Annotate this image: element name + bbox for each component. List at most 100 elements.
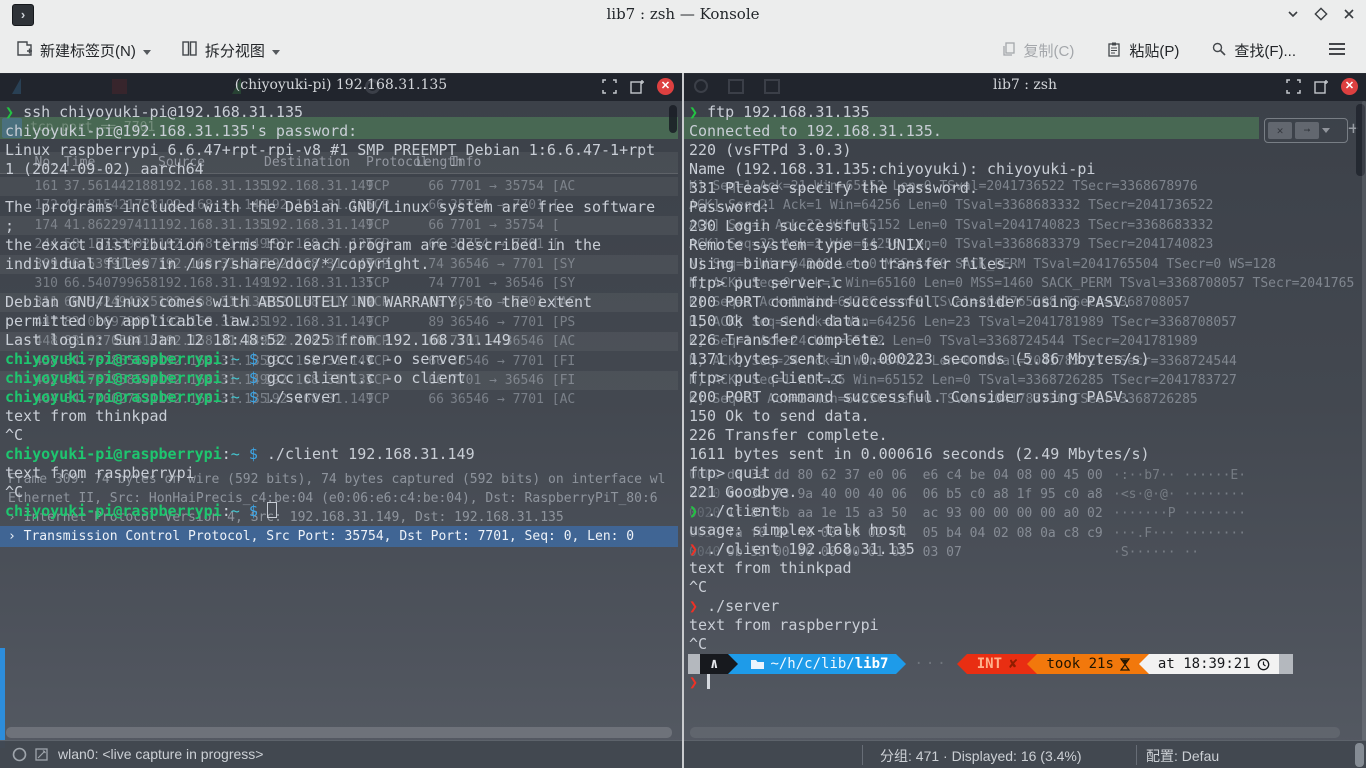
powerline-prompt: ∧ ~/h/c/lib/lib7 ··· INT✘ took 21s <box>688 654 1293 674</box>
titlebar: › lib7 : zsh — Konsole <box>0 0 1366 28</box>
ghost-hscrollbar-right <box>690 727 1340 738</box>
terminal-line: 230 Login successful. <box>689 217 1366 236</box>
paste-button[interactable]: 粘贴(P) <box>1098 34 1187 67</box>
terminal-line: Connected to 192.168.31.135. <box>689 122 1366 141</box>
terminal-line: ^C <box>689 578 1366 597</box>
terminal-text: ftp> quit <box>689 464 770 482</box>
terminal-text: : <box>222 350 231 368</box>
terminal-text: ssh chiyoyuki-pi@192.168.31.135 <box>23 103 303 121</box>
terminal-line: Password: <box>689 198 1366 217</box>
close-button[interactable] <box>1342 7 1356 21</box>
terminal-text: text from raspberrypi <box>689 616 879 634</box>
maximize-button[interactable] <box>1314 7 1328 21</box>
powerline-cap <box>1279 654 1293 674</box>
terminal-line: chiyoyuki-pi@raspberrypi:~ $ ./server <box>5 388 682 407</box>
powerline-cap <box>688 654 700 674</box>
terminal-line: chiyoyuki-pi@raspberrypi:~ $ gcc client.… <box>5 369 682 388</box>
statusbar-separator <box>1136 745 1137 765</box>
terminal-text: Name (192.168.31.135:chiyoyuki): chiyoyu… <box>689 160 1095 178</box>
terminal-text: 150 Ok to send data. <box>689 312 870 330</box>
terminal-line: The programs included with the Debian GN… <box>5 198 682 217</box>
terminal-text: ❯ <box>689 540 707 558</box>
terminal-right[interactable]: ✕ ➞ + K] Seq=1 Ack=21 Win=65152 Len=0 TS… <box>684 101 1366 768</box>
terminal-text: chiyoyuki-pi@raspberrypi <box>5 369 222 387</box>
terminal-text: usage: simplex-talk host <box>689 521 906 539</box>
terminal-line <box>5 179 682 198</box>
powerline-time-segment: at 18:39:21 <box>1149 654 1279 674</box>
terminal-line: 150 Ok to send data. <box>689 407 1366 426</box>
powerline-separator <box>728 654 738 674</box>
maximize-pane-icon[interactable] <box>601 78 618 95</box>
capture-comment-icon <box>34 747 49 765</box>
detach-pane-icon[interactable] <box>1313 78 1330 95</box>
terminal-text: Password: <box>689 198 770 216</box>
hamburger-icon <box>1328 42 1346 60</box>
terminal-text <box>240 350 249 368</box>
new-tab-button[interactable]: 新建标签页(N) <box>8 34 159 67</box>
terminal-text: ./server <box>258 388 339 406</box>
terminal-text: 226 Transfer complete. <box>689 426 888 444</box>
find-label: 查找(F)... <box>1234 40 1296 61</box>
terminal-text: : <box>222 388 231 406</box>
terminal-text: text from thinkpad <box>5 407 168 425</box>
capture-status-icon <box>12 747 27 765</box>
find-button[interactable]: 查找(F)... <box>1203 34 1304 67</box>
terminal-text: 200 PORT command successful. Consider us… <box>689 388 1132 406</box>
terminal-text <box>240 445 249 463</box>
terminal-line: 150 Ok to send data. <box>689 312 1366 331</box>
maximize-pane-icon[interactable] <box>1285 78 1302 95</box>
paste-label: 粘贴(P) <box>1129 40 1179 61</box>
terminal-line: text from thinkpad <box>689 559 1366 578</box>
close-pane-icon[interactable]: ✕ <box>657 78 674 95</box>
terminal-pane-left[interactable]: (chiyoyuki-pi) 192.168.31.135 ✕ tcp.port… <box>0 73 682 768</box>
terminal-text: ftp> put client.c <box>689 369 843 387</box>
terminal-text: ./client 192.168.31.149 <box>258 445 475 463</box>
minimize-button[interactable] <box>1286 7 1300 21</box>
copy-button[interactable]: 复制(C) <box>993 34 1083 67</box>
pane-header-right[interactable]: lib7 : zsh ✕ <box>684 73 1366 101</box>
terminal-line: Remote system type is UNIX. <box>689 236 1366 255</box>
terminal-text: ~ <box>231 369 240 387</box>
terminal-pane-right[interactable]: lib7 : zsh ✕ ✕ ➞ + K] Seq=1 Ack=21 Win= <box>684 73 1366 768</box>
terminal-line: chiyoyuki-pi@raspberrypi:~ $ <box>5 502 682 521</box>
pane-header-left[interactable]: (chiyoyuki-pi) 192.168.31.135 ✕ <box>0 73 682 101</box>
split-view-button[interactable]: 拆分视图 <box>173 34 288 67</box>
terminal-text: text from thinkpad <box>689 559 852 577</box>
hamburger-menu-button[interactable] <box>1320 36 1354 66</box>
scrollbar-left-pane[interactable] <box>669 105 677 133</box>
terminal-line: Last login: Sun Jan 12 18:48:52 2025 fro… <box>5 331 682 350</box>
terminal-text: chiyoyuki-pi@raspberrypi <box>5 388 222 406</box>
terminal-text: 331 Please specify the password. <box>689 179 978 197</box>
text-cursor <box>707 674 710 689</box>
profile-text: 配置: Defau <box>1146 746 1219 766</box>
statusbar-separator <box>862 745 863 765</box>
terminal-text: Linux raspberrypi 6.6.47+rpt-rpi-v8 #1 S… <box>5 141 655 159</box>
detach-pane-icon[interactable] <box>629 78 646 95</box>
terminal-line: Name (192.168.31.135:chiyoyuki): chiyoyu… <box>689 160 1366 179</box>
terminal-text: ❯ <box>689 597 707 615</box>
copy-icon <box>1001 41 1017 61</box>
terminal-line: ^C <box>5 483 682 502</box>
terminal-line: Debian GNU/Linux comes with ABSOLUTELY N… <box>5 293 682 312</box>
close-pane-icon[interactable]: ✕ <box>1341 78 1358 95</box>
terminal-text: ~ <box>231 350 240 368</box>
powerline-status-segment: INT✘ <box>967 654 1028 674</box>
terminal-text: 230 Login successful. <box>689 217 879 235</box>
terminal-line: text from raspberrypi <box>5 464 682 483</box>
terminal-text: ftp 192.168.31.135 <box>707 103 870 121</box>
terminal-line: ❯ ./server <box>689 597 1366 616</box>
terminal-text: ftp> put server.c <box>689 274 843 292</box>
terminal-text: 200 PORT command successful. Consider us… <box>689 293 1132 311</box>
pane-divider[interactable] <box>682 73 684 768</box>
ghost-scrollbar-handle <box>1355 743 1364 767</box>
terminal-text <box>240 369 249 387</box>
terminal-left[interactable]: tcp.port == 7701 No.TimeSourceDestinatio… <box>0 101 682 768</box>
text-cursor <box>267 502 277 518</box>
powerline-directory-segment: ~/h/c/lib/lib7 <box>738 654 896 674</box>
terminal-text: gcc server.c -o server <box>258 350 466 368</box>
terminal-text: $ <box>249 445 258 463</box>
terminal-text: ./server <box>707 597 779 615</box>
terminal-text: $ <box>249 350 258 368</box>
terminal-text: ~ <box>231 388 240 406</box>
powerline-duration-segment: took 21s <box>1037 654 1138 674</box>
